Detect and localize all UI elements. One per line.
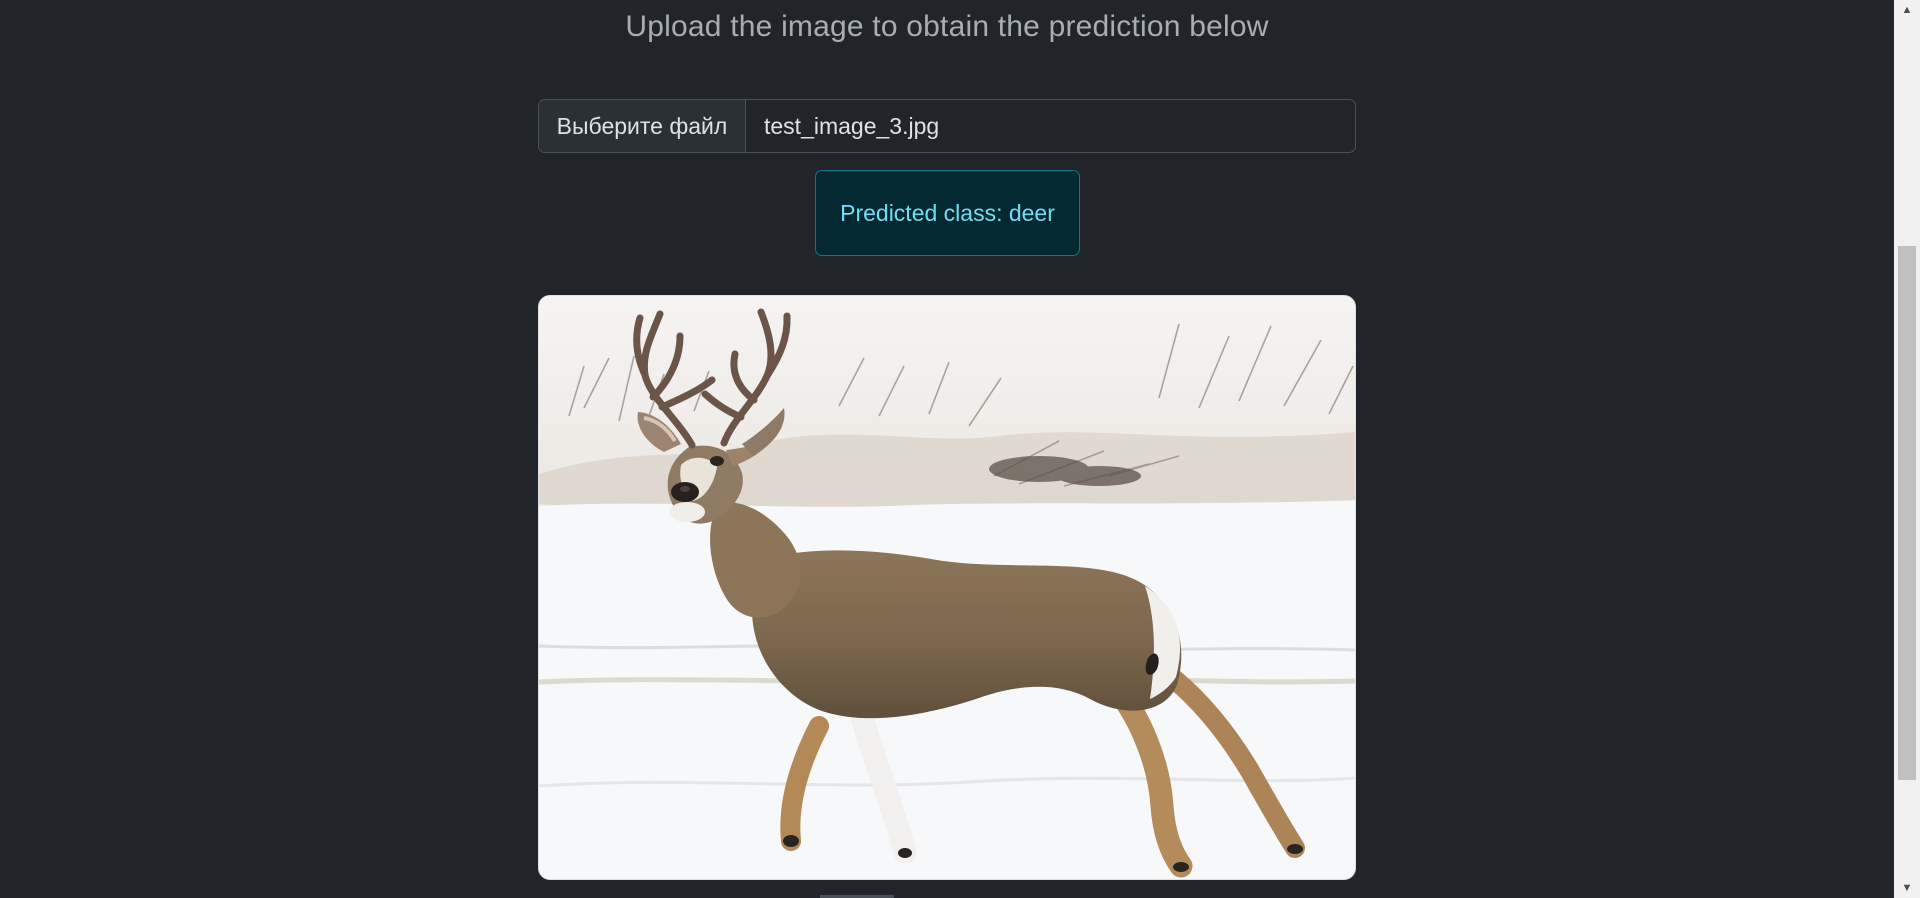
vertical-scrollbar[interactable]: ▲ ▼ [1894, 0, 1920, 898]
deer-photo-illustration [539, 296, 1355, 879]
prediction-alert: Predicted class: deer [815, 170, 1080, 256]
page-viewport: Upload the image to obtain the predictio… [0, 0, 1894, 898]
selected-file-name[interactable]: test_image_3.jpg [746, 100, 1355, 152]
uploaded-image [538, 295, 1356, 880]
scroll-up-icon[interactable]: ▲ [1894, 0, 1920, 20]
choose-file-button[interactable]: Выберите файл [539, 100, 746, 152]
scrollbar-thumb[interactable] [1898, 246, 1916, 780]
scroll-down-icon[interactable]: ▼ [1894, 878, 1920, 898]
page-heading: Upload the image to obtain the predictio… [625, 10, 1269, 43]
file-input[interactable]: Выберите файл test_image_3.jpg [538, 99, 1356, 153]
